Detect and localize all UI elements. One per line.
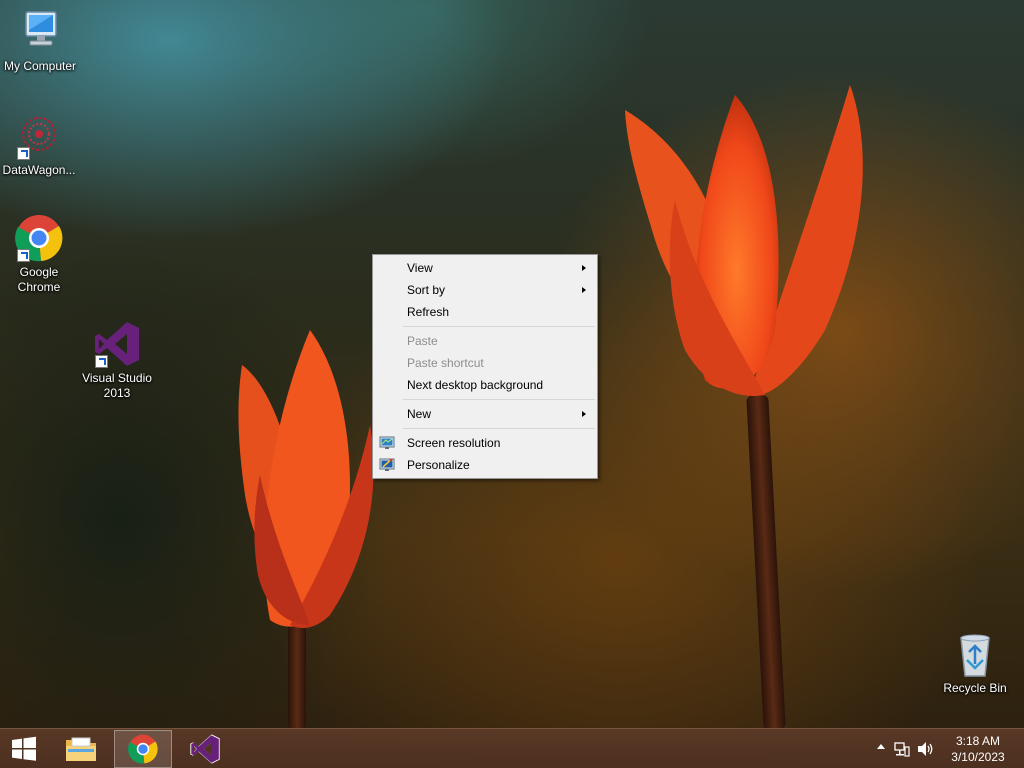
- menu-item-label: Next desktop background: [407, 378, 544, 392]
- shortcut-arrow-icon: [17, 249, 30, 262]
- menu-item-screen-resolution[interactable]: Screen resolution: [373, 432, 597, 454]
- desktop-icon-my-computer[interactable]: My Computer: [0, 8, 80, 74]
- tulip-stem-right: [746, 394, 786, 731]
- folder-icon: [66, 737, 96, 761]
- desktop-icon-recycle-bin[interactable]: Recycle Bin: [935, 630, 1015, 696]
- menu-item-label: Refresh: [407, 305, 450, 319]
- menu-item-label: View: [407, 261, 433, 275]
- desktop-icon-visual-studio[interactable]: Visual Studio 2013: [77, 320, 157, 401]
- chrome-icon: [15, 214, 63, 262]
- clock-time: 3:18 AM: [955, 734, 1001, 748]
- submenu-arrow-icon: [582, 287, 586, 293]
- visual-studio-icon: [190, 734, 220, 764]
- menu-item-sort-by[interactable]: Sort by: [373, 279, 597, 301]
- recycle-bin-icon: [951, 630, 999, 678]
- screen-resolution-icon: [379, 436, 395, 449]
- desktop-icon-google-chrome[interactable]: Google Chrome: [0, 214, 79, 295]
- desktop-icon-label: Visual Studio 2013: [82, 371, 152, 400]
- desktop-icon-label: Recycle Bin: [943, 681, 1007, 695]
- windows-logo-icon: [12, 736, 36, 761]
- desktop-context-menu: View Sort by Refresh Paste Paste shortcu…: [372, 254, 598, 479]
- menu-separator: [403, 428, 595, 429]
- taskbar-clock[interactable]: 3:18 AM 3/10/2023: [948, 733, 1008, 765]
- shortcut-arrow-icon: [95, 355, 108, 368]
- submenu-arrow-icon: [582, 265, 586, 271]
- menu-item-paste[interactable]: Paste: [373, 330, 597, 352]
- menu-item-label: Sort by: [407, 283, 446, 297]
- visual-studio-icon: [93, 320, 141, 368]
- menu-item-new[interactable]: New: [373, 403, 597, 425]
- desktop-icon-datawagon[interactable]: DataWagon...: [0, 112, 79, 178]
- taskbar: 3:18 AM 3/10/2023: [0, 728, 1024, 768]
- system-tray: 3:18 AM 3/10/2023: [864, 729, 1024, 768]
- clock-date: 3/10/2023: [951, 750, 1005, 764]
- menu-item-label: New: [407, 407, 432, 421]
- datawagon-icon: [15, 112, 63, 160]
- menu-item-label: Screen resolution: [407, 436, 501, 450]
- tulip-right: [625, 85, 863, 396]
- menu-item-refresh[interactable]: Refresh: [373, 301, 597, 323]
- menu-item-next-desktop-background[interactable]: Next desktop background: [373, 374, 597, 396]
- network-icon[interactable]: [894, 741, 910, 757]
- personalize-icon: [379, 458, 395, 471]
- menu-item-label: Paste shortcut: [407, 356, 484, 370]
- taskbar-google-chrome[interactable]: [114, 730, 172, 768]
- menu-item-label: Personalize: [407, 458, 470, 472]
- tulip-stem-left: [288, 620, 306, 730]
- shortcut-arrow-icon: [17, 147, 30, 160]
- menu-item-label: Paste: [407, 334, 438, 348]
- computer-icon: [16, 8, 64, 56]
- menu-item-personalize[interactable]: Personalize: [373, 454, 597, 476]
- menu-separator: [403, 326, 595, 327]
- show-hidden-icons-icon[interactable]: [877, 744, 885, 749]
- chrome-icon: [128, 734, 158, 764]
- menu-item-view[interactable]: View: [373, 257, 597, 279]
- taskbar-file-explorer[interactable]: [58, 730, 104, 768]
- menu-separator: [403, 399, 595, 400]
- menu-item-paste-shortcut[interactable]: Paste shortcut: [373, 352, 597, 374]
- desktop[interactable]: My Computer DataWagon... Google Chrome V…: [0, 0, 1024, 768]
- desktop-icon-label: My Computer: [3, 59, 77, 73]
- desktop-icon-label: DataWagon...: [2, 163, 76, 177]
- volume-icon[interactable]: [917, 741, 935, 757]
- desktop-icon-label: Google Chrome: [17, 265, 61, 294]
- submenu-arrow-icon: [582, 411, 586, 417]
- tulip-left: [238, 330, 374, 628]
- start-button[interactable]: [4, 730, 44, 768]
- taskbar-visual-studio[interactable]: [180, 730, 230, 768]
